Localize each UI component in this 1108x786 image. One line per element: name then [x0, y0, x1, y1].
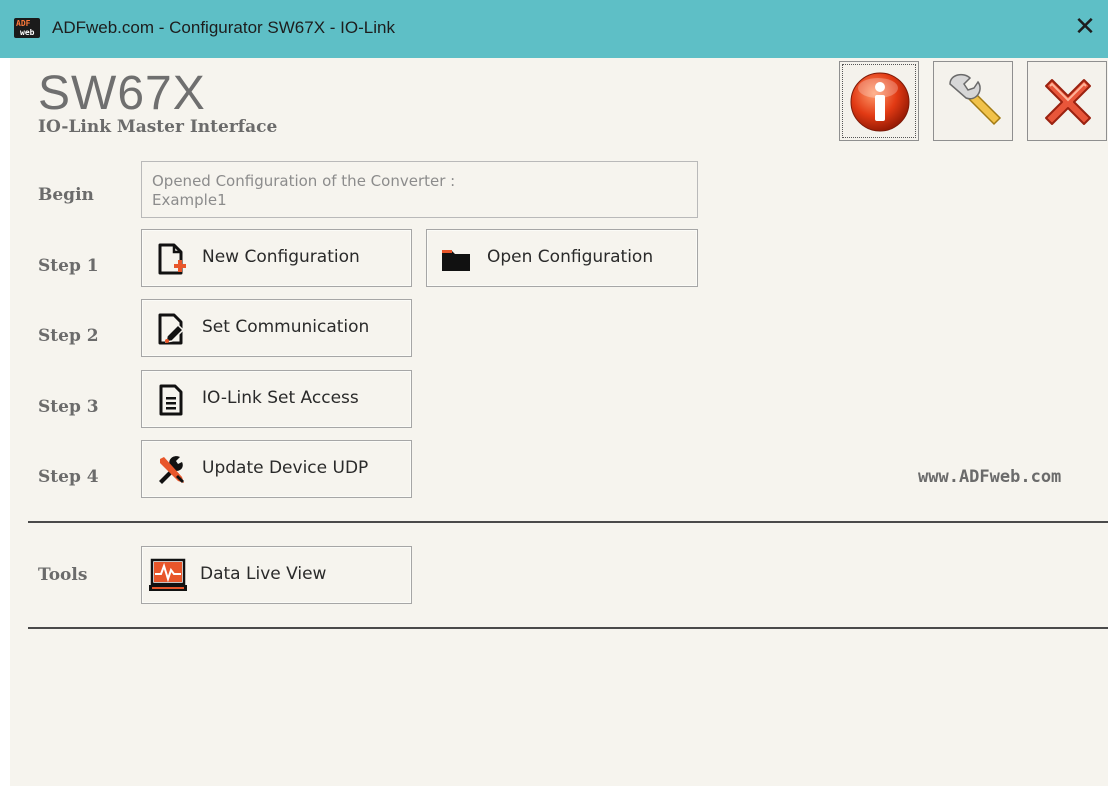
- folder-icon: [442, 250, 470, 271]
- app-logo-icon: ADF web: [14, 18, 40, 38]
- wrench-icon: [949, 73, 1002, 126]
- divider-top: [28, 521, 1108, 523]
- info-button[interactable]: [839, 61, 919, 141]
- new-configuration-button[interactable]: New Configuration: [141, 229, 412, 287]
- edit-file-icon: [158, 313, 185, 345]
- step4-label: Step 4: [38, 467, 99, 487]
- data-live-view-label: Data Live View: [200, 564, 327, 584]
- monitor-chart-icon: [149, 558, 187, 591]
- red-x-icon: [1045, 79, 1091, 125]
- info-line-2: Example1: [152, 191, 227, 209]
- new-configuration-label: New Configuration: [202, 247, 360, 267]
- update-device-udp-button[interactable]: Update Device UDP: [141, 440, 412, 498]
- exit-button[interactable]: [1027, 61, 1107, 141]
- step2-label: Step 2: [38, 326, 99, 346]
- window-title: ADFweb.com - Configurator SW67X - IO-Lin…: [52, 18, 395, 37]
- data-live-view-button[interactable]: Data Live View: [141, 546, 412, 604]
- tools-icon: [159, 456, 184, 484]
- document-icon: [159, 384, 183, 416]
- website-link: www.ADFweb.com: [918, 467, 1062, 487]
- info-icon: [850, 72, 910, 132]
- divider-bottom: [28, 627, 1108, 629]
- title-bar: ADF web ADFweb.com - Configurator SW67X …: [0, 0, 1108, 58]
- window-border: [0, 58, 10, 786]
- io-link-set-access-button[interactable]: IO-Link Set Access: [141, 370, 412, 428]
- open-configuration-button[interactable]: Open Configuration: [426, 229, 698, 287]
- window-close-button[interactable]: ✕: [1070, 12, 1100, 42]
- update-device-udp-label: Update Device UDP: [202, 458, 369, 478]
- new-file-icon: [158, 243, 186, 275]
- opened-config-info: Opened Configuration of the Converter : …: [141, 161, 698, 218]
- info-line-1: Opened Configuration of the Converter :: [152, 172, 456, 190]
- step1-label: Step 1: [38, 256, 99, 276]
- tools-label: Tools: [38, 565, 88, 585]
- io-link-set-access-label: IO-Link Set Access: [202, 388, 359, 408]
- open-configuration-label: Open Configuration: [487, 247, 654, 267]
- step3-label: Step 3: [38, 397, 99, 417]
- begin-label: Begin: [38, 185, 94, 205]
- settings-button[interactable]: [933, 61, 1013, 141]
- product-name: SW67X: [38, 67, 206, 120]
- set-communication-label: Set Communication: [202, 317, 370, 337]
- product-subtitle: IO-Link Master Interface: [38, 117, 278, 137]
- set-communication-button[interactable]: Set Communication: [141, 299, 412, 357]
